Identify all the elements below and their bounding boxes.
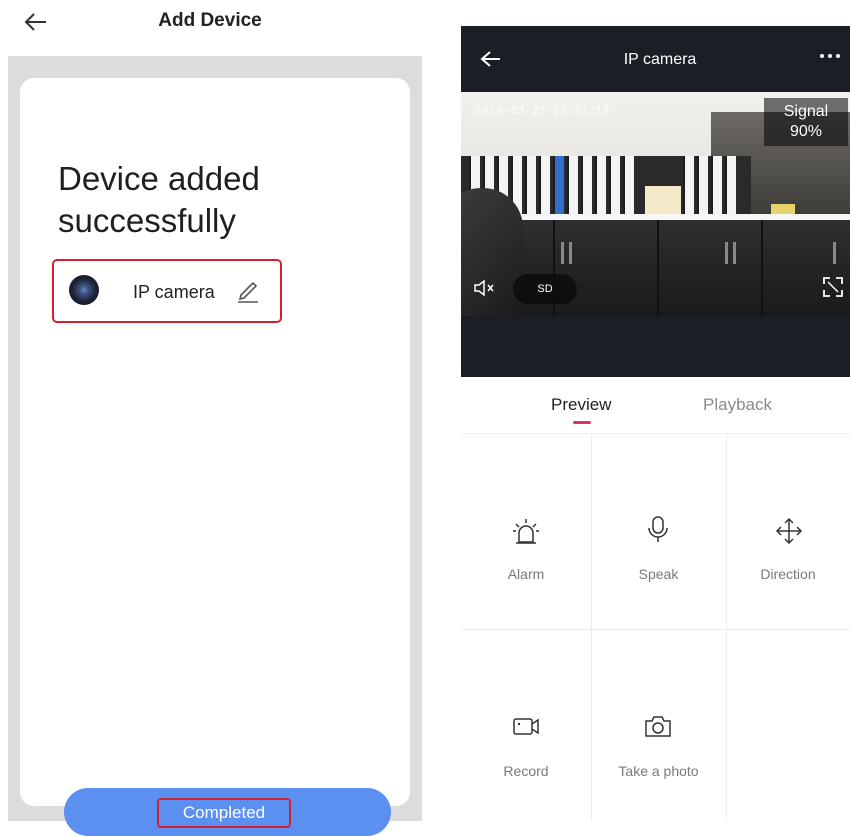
- camera-top-bar: IP camera: [461, 26, 850, 92]
- speak-label: Speak: [638, 566, 679, 582]
- result-card: Device added successfully IP camera Comp…: [20, 78, 410, 836]
- record-button[interactable]: Record: [461, 629, 591, 819]
- header: Add Device: [0, 0, 430, 44]
- microphone-icon: [648, 516, 668, 542]
- take-photo-label: Take a photo: [618, 763, 699, 779]
- add-device-screen: Add Device Device added successfully IP …: [0, 0, 430, 836]
- quality-toggle-button[interactable]: SD: [513, 274, 577, 304]
- direction-button[interactable]: Direction: [726, 434, 850, 624]
- device-name: IP camera: [133, 282, 215, 302]
- tab-playback[interactable]: Playback: [703, 395, 772, 415]
- alarm-label: Alarm: [507, 566, 545, 582]
- view-tabs: Preview Playback: [461, 377, 850, 434]
- mute-icon[interactable]: [471, 275, 497, 301]
- camera-screen: IP camera 2019-03-23 13:11:18 Signal 90%: [461, 26, 850, 821]
- speak-button[interactable]: Speak: [591, 434, 726, 624]
- alarm-icon: [513, 519, 539, 544]
- camera-icon: [645, 716, 671, 737]
- active-tab-indicator: [573, 421, 591, 424]
- more-options-icon[interactable]: [816, 46, 846, 66]
- video-timestamp: 2019-03-23 13:11:18: [475, 106, 610, 118]
- video-record-icon: [513, 718, 539, 735]
- signal-value: 90%: [789, 123, 823, 140]
- camera-device-icon: [69, 275, 99, 305]
- completed-button[interactable]: Completed: [64, 788, 391, 836]
- direction-label: Direction: [760, 566, 816, 582]
- signal-label: Signal: [783, 103, 829, 120]
- fullscreen-icon[interactable]: [821, 275, 845, 299]
- edit-pencil-icon[interactable]: [235, 275, 261, 305]
- tab-preview[interactable]: Preview: [551, 395, 611, 415]
- live-video-feed[interactable]: 2019-03-23 13:11:18 Signal 90% SD: [461, 92, 850, 316]
- content-area: Device added successfully IP camera Comp…: [8, 56, 422, 836]
- signal-indicator: Signal 90%: [764, 98, 848, 146]
- alarm-button[interactable]: Alarm: [461, 434, 591, 624]
- device-item[interactable]: IP camera: [52, 259, 282, 323]
- take-photo-button[interactable]: Take a photo: [591, 629, 726, 819]
- controls-grid: Alarm Speak Direction Record Take a phot…: [461, 434, 850, 821]
- page-title: Add Device: [158, 10, 262, 31]
- camera-title: IP camera: [623, 51, 697, 68]
- completed-button-label: Completed: [157, 798, 291, 828]
- direction-arrows-icon: [775, 517, 803, 545]
- success-headline: Device added successfully: [58, 160, 260, 239]
- record-label: Record: [503, 763, 549, 779]
